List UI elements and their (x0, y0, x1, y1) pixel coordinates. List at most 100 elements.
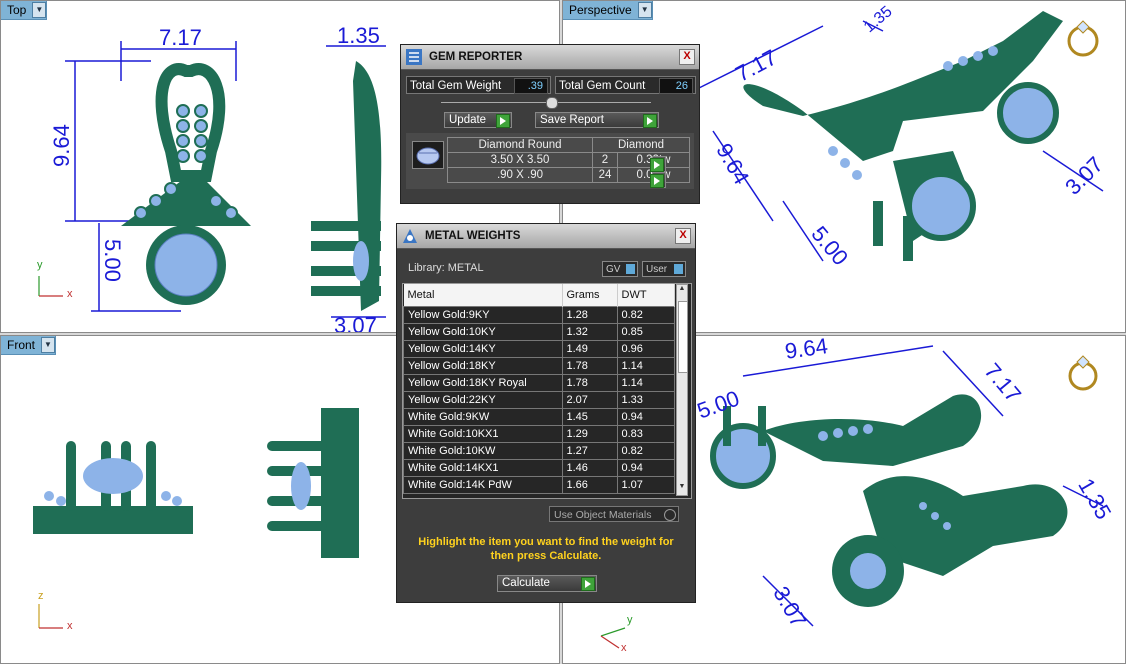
gem-reporter-titlebar[interactable]: GEM REPORTER X (401, 45, 699, 70)
metal-name: White Gold:9KW (403, 408, 563, 426)
metal-row[interactable]: Yellow Gold:22KY 2.07 1.33 (403, 391, 675, 409)
update-label: Update (449, 114, 487, 126)
gem-count: 24 (592, 167, 618, 183)
metal-weight-icon (403, 229, 417, 243)
viewport-title: Top (7, 3, 27, 17)
metal-dwt: 1.14 (616, 357, 675, 375)
radio-icon (664, 509, 676, 521)
chevron-down-icon[interactable]: ▼ (41, 337, 56, 353)
calculate-button[interactable]: Calculate (497, 575, 597, 592)
metal-list: Metal Grams DWT Yellow Gold:9KY 1.28 0.82 Y… (402, 283, 692, 499)
splitter-handle[interactable] (546, 97, 558, 109)
play-icon (496, 114, 510, 128)
metal-table: Metal Grams DWT Yellow Gold:9KY 1.28 0.82 Y… (403, 284, 675, 494)
close-icon[interactable]: X (675, 228, 691, 244)
metal-dwt: 0.94 (616, 408, 675, 426)
close-icon[interactable]: X (679, 49, 695, 65)
metal-weights-title: METAL WEIGHTS (425, 230, 521, 242)
dim-side-depth: 3.07 (334, 313, 377, 333)
metal-row[interactable]: White Gold:9KW 1.45 0.94 (403, 408, 675, 426)
axis-x-label: x (67, 288, 73, 300)
total-gem-weight-label: Total Gem Weight (410, 80, 502, 92)
metal-grams: 1.46 (561, 459, 618, 477)
axis-z-label: z (38, 590, 44, 602)
metal-list-scrollbar[interactable]: ▲ ▼ (676, 284, 688, 496)
metal-dwt: 1.33 (616, 391, 675, 409)
axis-y-label: y (627, 614, 633, 626)
metal-weights-panel: METAL WEIGHTS X Library: METAL GV User M… (396, 223, 696, 603)
metal-name: Yellow Gold:9KY (403, 306, 563, 324)
update-button[interactable]: Update (444, 112, 512, 128)
metal-row[interactable]: White Gold:10KW 1.27 0.82 (403, 442, 675, 460)
metal-name: White Gold:14KX1 (403, 459, 563, 477)
metal-row[interactable]: Yellow Gold:18KY Royal 1.78 1.14 (403, 374, 675, 392)
gem-size: 3.50 X 3.50 (447, 152, 593, 168)
metal-grams: 2.07 (561, 391, 618, 409)
save-report-label: Save Report (540, 114, 604, 126)
report-icon (406, 49, 422, 65)
diamond-round-icon (412, 141, 444, 169)
total-gem-count-value: 26 (659, 78, 693, 94)
axis-x-label: x (621, 642, 627, 654)
metal-grams: 1.78 (561, 374, 618, 392)
metal-row[interactable]: Yellow Gold:18KY 1.78 1.14 (403, 357, 675, 375)
user-toggle[interactable]: User (642, 261, 686, 277)
metal-name: Yellow Gold:22KY (403, 391, 563, 409)
total-gem-count-field: Total Gem Count 26 (555, 76, 696, 94)
metal-name: Yellow Gold:10KY (403, 323, 563, 341)
metal-grams: 1.28 (561, 306, 618, 324)
col-metal[interactable]: Metal (403, 284, 563, 307)
metal-row[interactable]: White Gold:10KX1 1.29 0.83 (403, 425, 675, 443)
viewport-label-front[interactable]: Front ▼ (1, 336, 57, 355)
gv-toggle[interactable]: GV (602, 261, 638, 277)
gem-type-header: Diamond (592, 137, 690, 153)
col-grams[interactable]: Grams (562, 284, 618, 307)
metal-row[interactable]: White Gold:14KX1 1.46 0.94 (403, 459, 675, 477)
metal-name: Yellow Gold:18KY (403, 357, 563, 375)
use-object-materials-checkbox[interactable]: Use Object Materials (549, 506, 679, 522)
metal-name: Yellow Gold:14KY (403, 340, 563, 358)
viewport-title: Perspective (569, 3, 632, 17)
gem-row-go-button[interactable] (650, 156, 666, 172)
hint-text: Highlight the item you want to find the … (397, 535, 695, 563)
save-report-button[interactable]: Save Report (535, 112, 659, 128)
chevron-down-icon[interactable]: ▼ (32, 2, 47, 18)
viewport-label-perspective[interactable]: Perspective ▼ (563, 1, 653, 20)
axis-y-label: y (37, 259, 43, 271)
gem-row-go-button[interactable] (650, 172, 666, 188)
metal-grams: 1.66 (561, 476, 618, 494)
viewport-title: Front (7, 338, 36, 352)
play-icon (650, 174, 664, 188)
scroll-thumb[interactable] (678, 301, 688, 373)
viewport-label-top[interactable]: Top ▼ (1, 1, 48, 20)
metal-dwt: 0.94 (616, 459, 675, 477)
metal-weights-titlebar[interactable]: METAL WEIGHTS X (397, 224, 695, 249)
gem-shape-header: Diamond Round (447, 137, 593, 153)
metal-grams: 1.32 (561, 323, 618, 341)
metal-name: White Gold:10KX1 (403, 425, 563, 443)
gv-label: GV (606, 264, 621, 275)
metal-dwt: 0.96 (616, 340, 675, 358)
metal-grams: 1.49 (561, 340, 618, 358)
metal-row[interactable]: Yellow Gold:9KY 1.28 0.82 (403, 306, 675, 324)
metal-table-header: Metal Grams DWT (403, 284, 675, 307)
total-gem-weight-field: Total Gem Weight .39 (406, 76, 551, 94)
metal-row[interactable]: Yellow Gold:10KY 1.32 0.85 (403, 323, 675, 341)
gem-list-area: Diamond Round Diamond 3.50 X 3.50 2 0.32… (406, 133, 694, 189)
metal-row[interactable]: Yellow Gold:14KY 1.49 0.96 (403, 340, 675, 358)
metal-dwt: 0.82 (616, 442, 675, 460)
toggle-icon (626, 264, 635, 274)
play-icon (643, 114, 657, 128)
gem-reporter-title: GEM REPORTER (429, 51, 523, 63)
calculate-label: Calculate (502, 577, 550, 589)
metal-row[interactable]: White Gold:14K PdW 1.66 1.07 (403, 476, 675, 494)
scroll-down-icon[interactable]: ▼ (677, 483, 687, 495)
use-object-materials-label: Use Object Materials (554, 509, 652, 521)
total-gem-weight-value: .39 (514, 78, 548, 94)
chevron-down-icon[interactable]: ▼ (637, 2, 652, 18)
total-gem-count-label: Total Gem Count (559, 80, 646, 92)
gem-table-header: Diamond Round Diamond (447, 137, 690, 153)
metal-dwt: 0.83 (616, 425, 675, 443)
col-dwt[interactable]: DWT (617, 284, 675, 307)
scroll-up-icon[interactable]: ▲ (677, 285, 687, 297)
